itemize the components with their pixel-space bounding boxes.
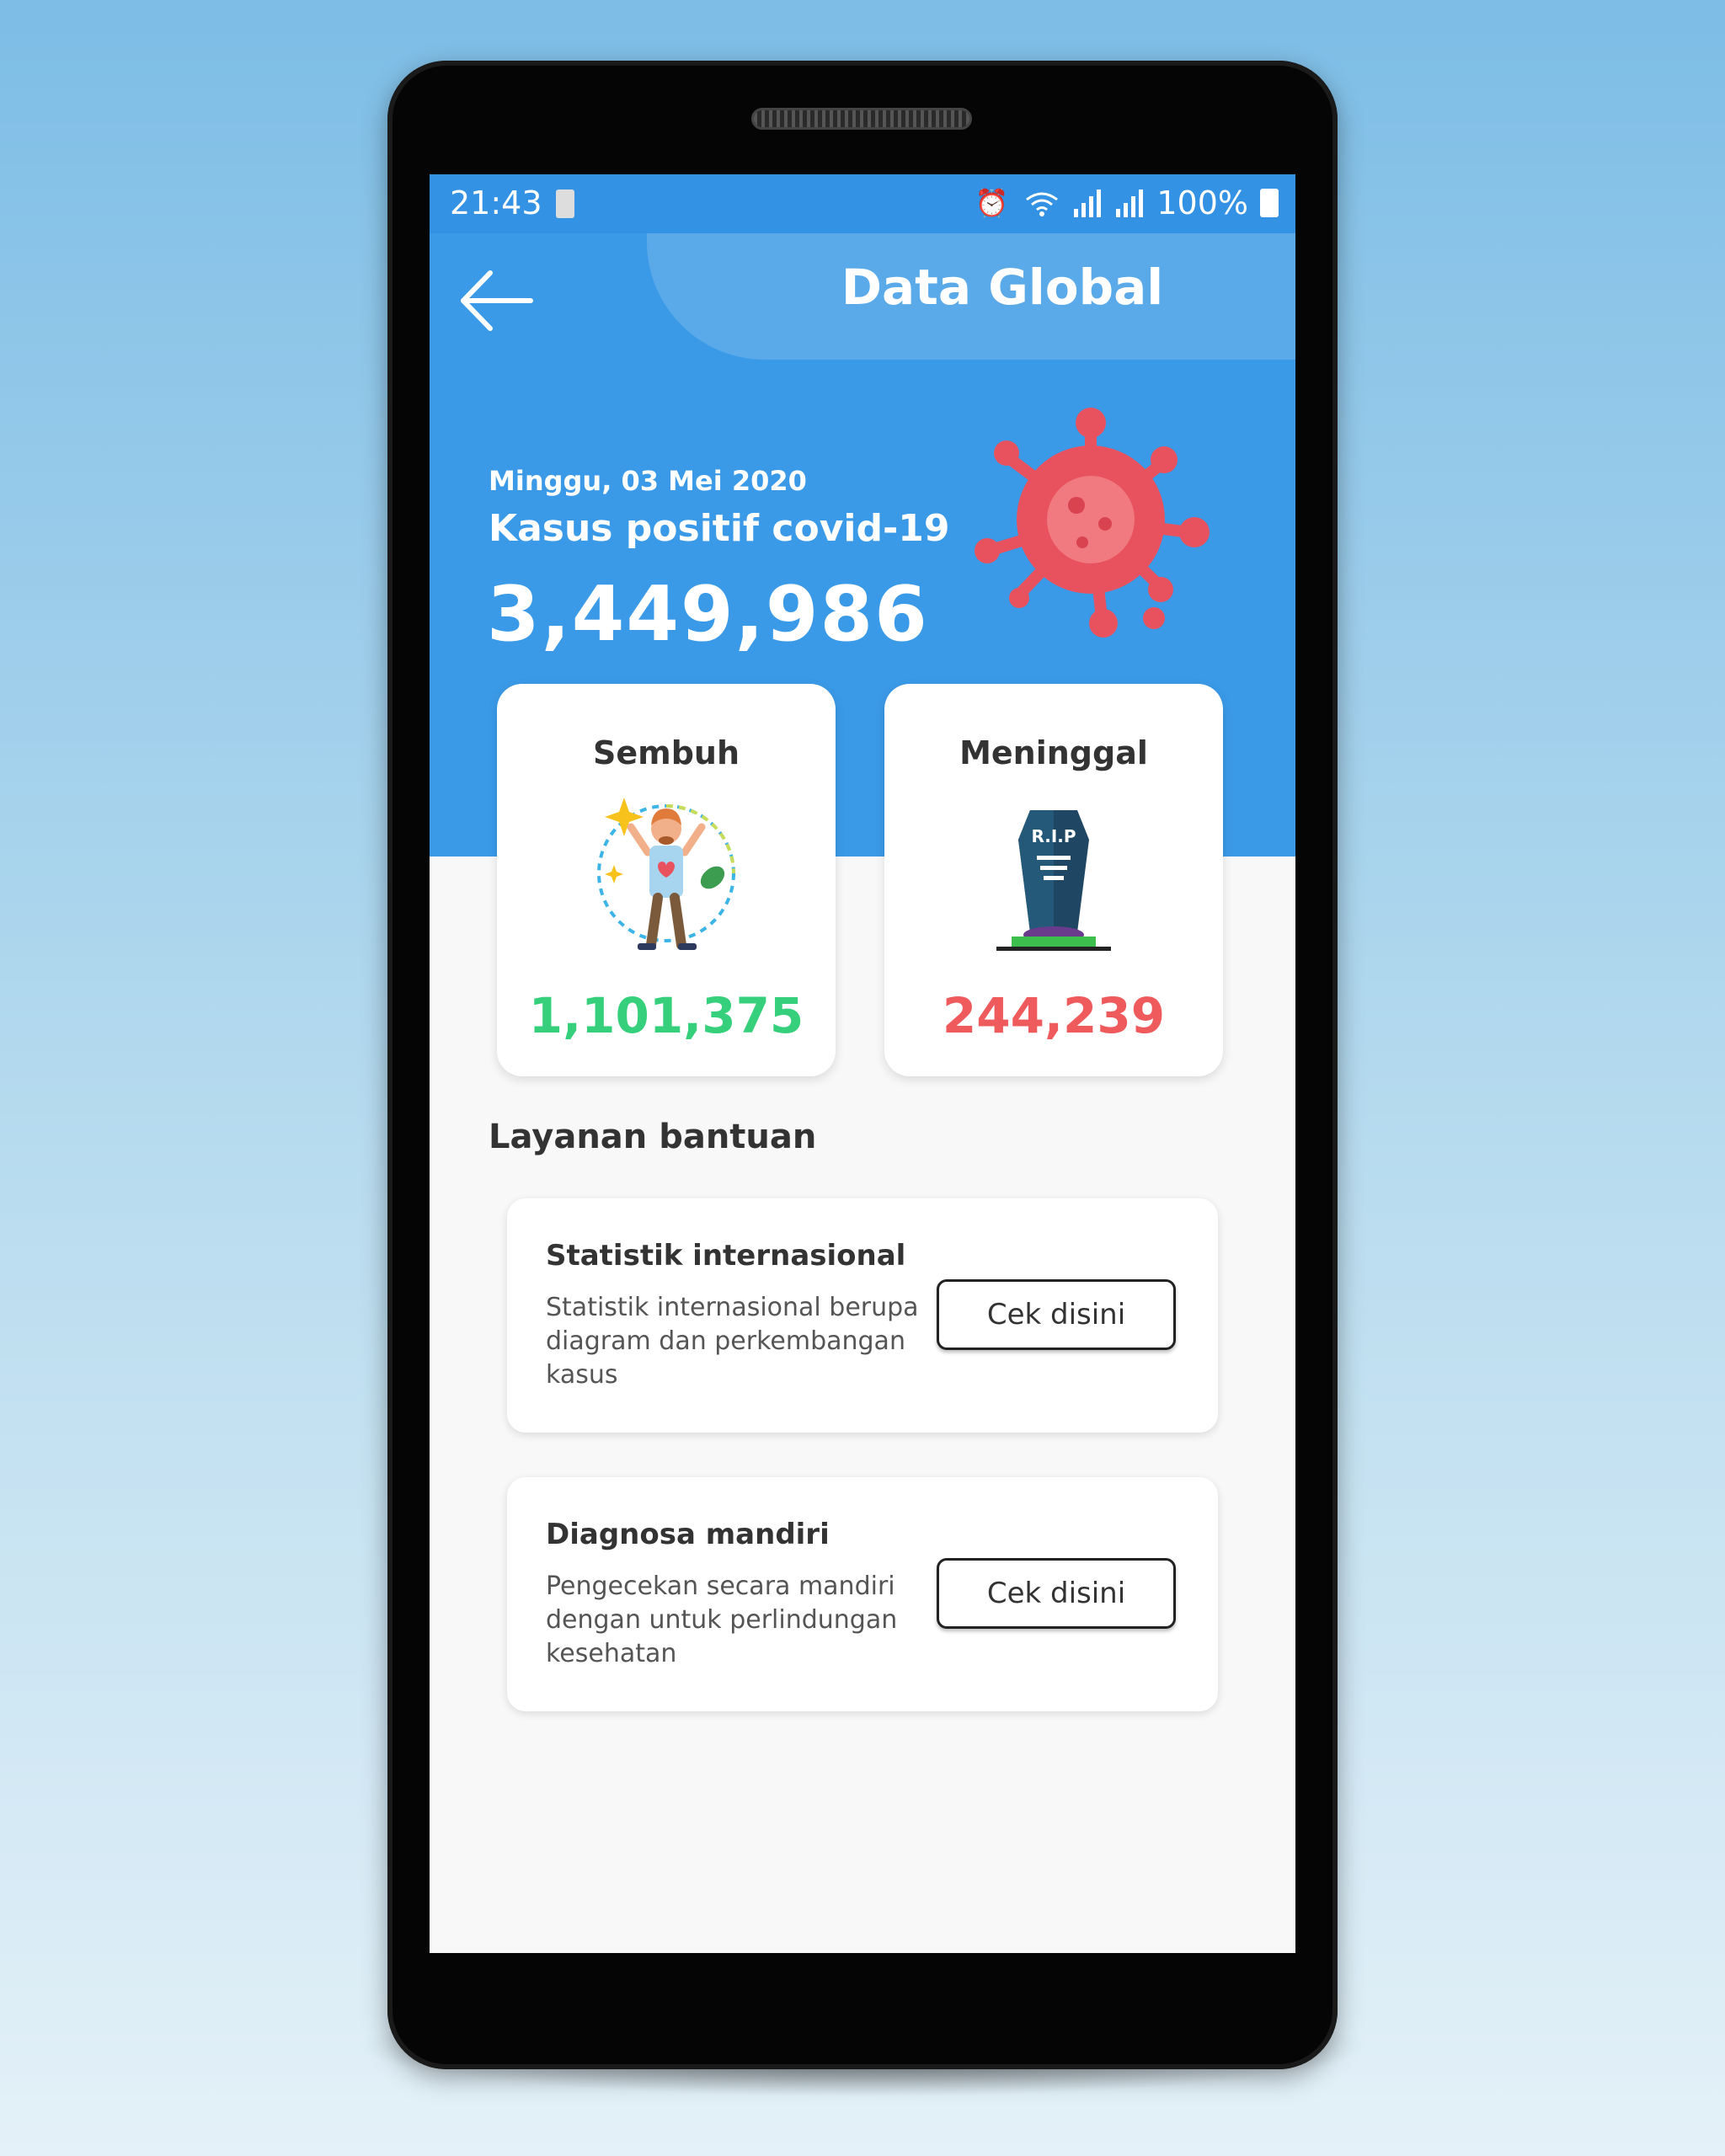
deaths-card[interactable]: Meninggal R.I.P 244,239 (884, 684, 1223, 1076)
app-screen: 21:43 ⏰ 100% Data Global Minggu, 03 Mei … (430, 174, 1295, 1953)
summary-date: Minggu, 03 Mei 2020 (489, 465, 807, 497)
page-title: Data Global (841, 259, 1164, 316)
alarm-icon: ⏰ (975, 187, 1012, 219)
battery-percent: 100% (1156, 184, 1248, 221)
battery-icon (1260, 189, 1279, 217)
recovered-card[interactable]: Sembuh 1,101,375 (497, 684, 836, 1076)
phone-frame: 21:43 ⏰ 100% Data Global Minggu, 03 Mei … (387, 61, 1338, 2069)
service-title: Statistik internasional (546, 1239, 906, 1273)
phone-speaker (751, 108, 972, 130)
deaths-value: 244,239 (942, 987, 1166, 1044)
tombstone-text: R.I.P (1031, 826, 1076, 846)
service-card-self-diagnosis: Diagnosa mandiri Pengecekan secara mandi… (507, 1477, 1218, 1711)
virus-icon (975, 408, 1210, 638)
battery-saver-icon (556, 189, 574, 218)
signal-icon (1116, 189, 1144, 217)
summary-label: Kasus positif covid-19 (489, 507, 950, 550)
check-statistics-button[interactable]: Cek disini (937, 1279, 1176, 1350)
arrow-left-icon (461, 270, 533, 331)
recovered-title: Sembuh (592, 734, 740, 771)
recovered-value: 1,101,375 (528, 987, 804, 1044)
wifi-icon (1026, 192, 1059, 216)
service-description: Pengecekan secara mandiri dengan untuk p… (546, 1572, 898, 1668)
deaths-title: Meninggal (959, 734, 1148, 771)
service-card-statistics: Statistik internasional Statistik intern… (507, 1198, 1218, 1433)
service-description: Statistik internasional berupa diagram d… (546, 1293, 919, 1390)
service-title: Diagnosa mandiri (546, 1518, 830, 1551)
status-time: 21:43 (450, 184, 542, 221)
status-bar: 21:43 ⏰ 100% (430, 174, 1295, 233)
recovered-person-icon (597, 798, 735, 950)
signal-icon (1074, 189, 1102, 217)
summary-count: 3,449,986 (487, 570, 929, 659)
services-section-title: Layanan bantuan (489, 1118, 817, 1156)
tombstone-icon: R.I.P (996, 810, 1111, 951)
check-diagnosis-button[interactable]: Cek disini (937, 1558, 1176, 1629)
back-button[interactable] (455, 263, 539, 339)
status-right: ⏰ 100% (975, 184, 1279, 221)
